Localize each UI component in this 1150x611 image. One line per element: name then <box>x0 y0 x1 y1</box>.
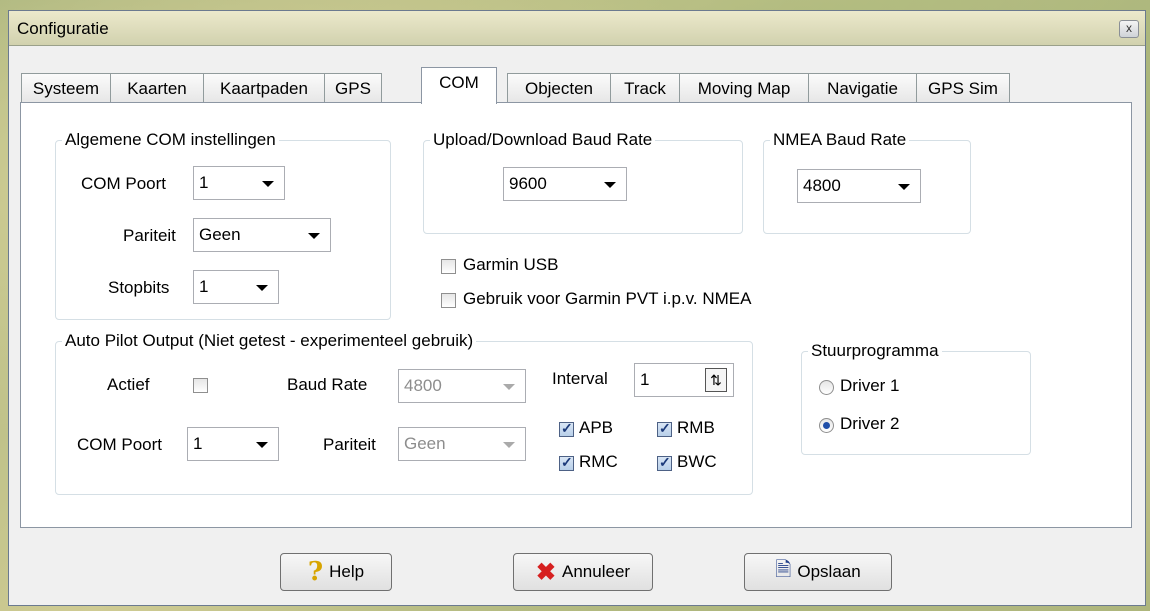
rmb-label: RMB <box>677 418 715 437</box>
help-icon: ? <box>307 557 324 587</box>
tab-kaarten[interactable]: Kaarten <box>110 73 204 103</box>
rmc-label: RMC <box>579 452 618 471</box>
com-port-select[interactable]: 1 <box>193 166 285 200</box>
tab-systeem[interactable]: Systeem <box>21 73 111 103</box>
cancel-button-label: Annuleer <box>562 562 631 581</box>
save-button-label: Opslaan <box>797 562 861 581</box>
garmin-usb-label: Garmin USB <box>463 255 559 274</box>
tab-navigatie[interactable]: Navigatie <box>808 73 917 103</box>
tab-moving-map[interactable]: Moving Map <box>679 73 809 103</box>
tab-com[interactable]: COM <box>421 67 497 104</box>
window-title: Configuratie <box>17 19 109 38</box>
tab-gps[interactable]: GPS <box>324 73 382 103</box>
rmc-checkbox[interactable] <box>559 454 574 471</box>
upload-baud-legend: Upload/Download Baud Rate <box>433 130 653 149</box>
tab-objecten[interactable]: Objecten <box>507 73 611 103</box>
driver-legend: Stuurprogramma <box>811 341 939 360</box>
chevron-down-icon <box>256 285 268 291</box>
chevron-down-icon <box>503 442 515 448</box>
help-button-label: Help <box>329 562 365 581</box>
upload-baud-select[interactable]: 9600 <box>503 167 627 201</box>
stopbits-value: 1 <box>199 277 209 296</box>
general-com-legend: Algemene COM instellingen <box>65 130 276 149</box>
interval-value: 1 <box>640 370 650 389</box>
chevron-down-icon <box>503 384 515 390</box>
parity-select[interactable]: Geen <box>193 218 331 252</box>
spin-arrows-icon[interactable]: ⇅ <box>705 368 727 392</box>
title-bar: Configuratie x <box>9 11 1145 46</box>
close-icon: x <box>1126 21 1132 35</box>
autopilot-parity-select[interactable]: Geen <box>398 427 526 461</box>
autopilot-parity-value: Geen <box>404 434 446 453</box>
driver-group: Stuurprogramma <box>801 341 1031 455</box>
chevron-down-icon <box>308 233 320 239</box>
autopilot-active-label: Actief <box>107 375 150 394</box>
stopbits-select[interactable]: 1 <box>193 270 279 304</box>
com-port-label: COM Poort <box>81 174 167 193</box>
save-button[interactable]: 🗎 Opslaan <box>744 553 892 591</box>
tab-gps-sim[interactable]: GPS Sim <box>916 73 1010 103</box>
com-port-value: 1 <box>199 173 209 192</box>
tab-track[interactable]: Track <box>610 73 680 103</box>
upload-baud-value: 9600 <box>509 174 547 193</box>
rmb-checkbox[interactable] <box>657 420 672 437</box>
autopilot-com-port-select[interactable]: 1 <box>187 427 279 461</box>
driver2-radio[interactable] <box>819 418 834 433</box>
parity-value: Geen <box>199 225 241 244</box>
garmin-pvt-label: Gebruik voor Garmin PVT i.p.v. NMEA <box>463 289 752 308</box>
autopilot-baud-value: 4800 <box>404 376 442 395</box>
autopilot-legend: Auto Pilot Output (Niet getest - experim… <box>65 331 474 350</box>
apb-label: APB <box>579 418 614 437</box>
driver2-label: Driver 2 <box>840 414 900 433</box>
chevron-down-icon <box>604 182 616 188</box>
autopilot-active-checkbox[interactable] <box>193 378 208 393</box>
bwc-label: BWC <box>677 452 717 471</box>
autopilot-com-port-value: 1 <box>193 434 203 453</box>
parity-label: Pariteit <box>123 226 176 245</box>
garmin-pvt-checkbox[interactable] <box>441 293 456 308</box>
nmea-baud-value: 4800 <box>803 176 841 195</box>
chevron-down-icon <box>256 442 268 448</box>
nmea-baud-legend: NMEA Baud Rate <box>773 130 907 149</box>
nmea-baud-select[interactable]: 4800 <box>797 169 921 203</box>
close-button[interactable]: x <box>1119 20 1139 38</box>
garmin-usb-checkbox[interactable] <box>441 259 456 274</box>
bwc-checkbox[interactable] <box>657 454 672 471</box>
apb-checkbox[interactable] <box>559 420 574 437</box>
autopilot-baud-select[interactable]: 4800 <box>398 369 526 403</box>
help-button[interactable]: ? Help <box>280 553 392 591</box>
driver1-radio[interactable] <box>819 380 834 395</box>
stopbits-label: Stopbits <box>108 278 170 297</box>
cancel-icon: ✖ <box>535 558 557 586</box>
cancel-button[interactable]: ✖ Annuleer <box>513 553 653 591</box>
tab-kaartpaden[interactable]: Kaartpaden <box>203 73 325 103</box>
save-icon: 🗎 <box>775 559 792 581</box>
chevron-down-icon <box>262 181 274 187</box>
com-tab-panel: Algemene COM instellingen COM Poort 1 Pa… <box>20 102 1132 528</box>
chevron-down-icon <box>898 184 910 190</box>
autopilot-parity-label: Pariteit <box>323 435 376 454</box>
driver1-label: Driver 1 <box>840 376 900 395</box>
autopilot-baud-label: Baud Rate <box>287 375 368 394</box>
autopilot-group: Auto Pilot Output (Niet getest - experim… <box>55 331 753 495</box>
interval-spinner[interactable]: 1 ⇅ <box>634 363 734 397</box>
interval-label: Interval <box>552 369 608 388</box>
autopilot-com-port-label: COM Poort <box>77 435 163 454</box>
